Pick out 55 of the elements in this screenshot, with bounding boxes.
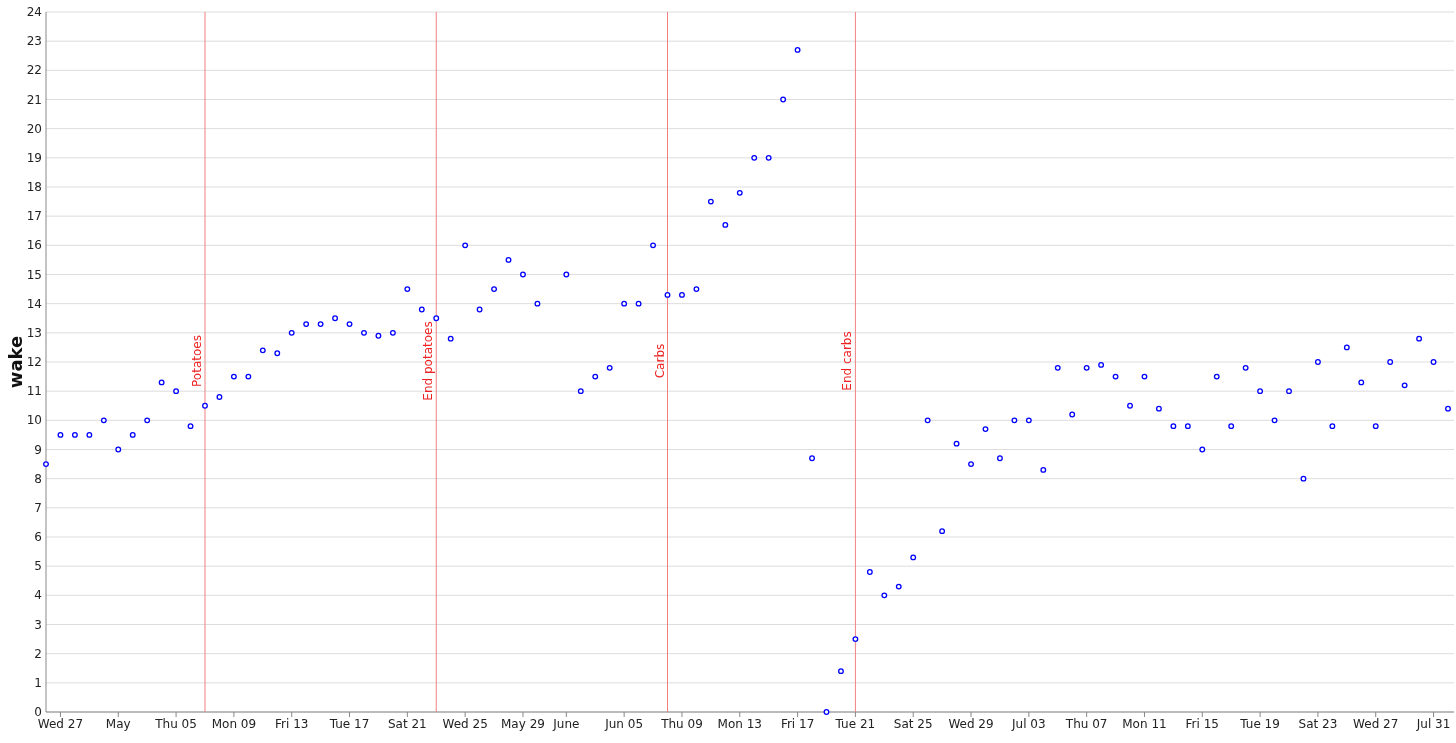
axis-tick-label: 24 xyxy=(26,5,42,19)
axis-tick-label: 17 xyxy=(26,209,42,224)
axis-tick-label: 10 xyxy=(26,413,42,428)
axis-tick-label: 22 xyxy=(26,63,42,78)
axis-tick-label: Tue 21 xyxy=(835,717,876,731)
axis-tick-label: Jun 05 xyxy=(605,717,644,731)
axis-tick-label: 18 xyxy=(26,180,42,194)
axis-tick-label: Jul 31 xyxy=(1416,717,1451,731)
axis-tick-label: Tue 17 xyxy=(329,717,370,731)
axis-tick-label: Sat 25 xyxy=(893,717,933,731)
axis-tick-label: 2 xyxy=(34,646,42,661)
axis-tick-label: 4 xyxy=(34,588,42,603)
axis-title: wake xyxy=(5,335,26,389)
axis-tick-label: Wed 25 xyxy=(442,717,488,731)
axis-tick-label: 12 xyxy=(26,355,42,369)
axis-tick-label: 3 xyxy=(34,617,42,632)
axis-tick-label: 1 xyxy=(34,675,42,690)
axis-tick-label: Sat 23 xyxy=(1298,717,1338,731)
axis-tick-label: Wed 27 xyxy=(1353,717,1399,731)
axis-tick-label: 13 xyxy=(26,325,42,340)
axis-tick-label: 8 xyxy=(34,471,42,486)
axis-tick-label: Mon 13 xyxy=(717,717,762,731)
axis-tick-label: 15 xyxy=(26,267,42,282)
axis-tick-label: 14 xyxy=(26,296,42,311)
axis-tick-label: May xyxy=(105,717,131,731)
axis-tick-label: 9 xyxy=(34,442,42,457)
axis-tick-label: Mon 11 xyxy=(1122,717,1167,731)
axis-tick-label: Fri 13 xyxy=(275,717,309,731)
axis-tick-label: Thu 09 xyxy=(661,717,703,731)
axis-tick-label: 19 xyxy=(26,150,42,165)
axis-tick-label: 21 xyxy=(26,92,42,107)
axis-tick-label: Sat 21 xyxy=(387,717,427,731)
annotation-label: Carbs xyxy=(652,343,667,379)
annotation-label: Potatoes xyxy=(190,335,204,387)
axis-tick-label: 5 xyxy=(34,559,42,574)
axis-tick-label: June xyxy=(553,717,580,731)
axis-tick-label: 23 xyxy=(26,34,42,49)
axis-tick-label: Thu 07 xyxy=(1065,717,1108,731)
axis-tick-label: May 29 xyxy=(501,717,545,731)
axis-tick-label: 6 xyxy=(34,530,42,544)
axis-tick-label: Mon 09 xyxy=(211,717,257,731)
axis-tick-label: Fri 15 xyxy=(1185,717,1219,731)
axis-tick-label: Wed 27 xyxy=(37,717,84,731)
axis-tick-label: 0 xyxy=(34,705,42,719)
axis-tick-label: 7 xyxy=(34,500,42,515)
axis-tick-label: Thu 05 xyxy=(155,717,197,731)
annotation-label: End carbs xyxy=(840,331,855,391)
axis-tick-label: 11 xyxy=(26,384,42,399)
axis-tick-label: 16 xyxy=(26,238,42,253)
axis-tick-label: Tue 19 xyxy=(1240,717,1280,731)
axis-tick-label: 20 xyxy=(26,121,42,136)
axis-tick-label: Jul 03 xyxy=(1012,717,1046,731)
annotation-label: End potatoes xyxy=(421,321,436,401)
axis-tick-label: Wed 29 xyxy=(948,717,994,731)
axis-tick-label: Fri 17 xyxy=(780,717,815,731)
